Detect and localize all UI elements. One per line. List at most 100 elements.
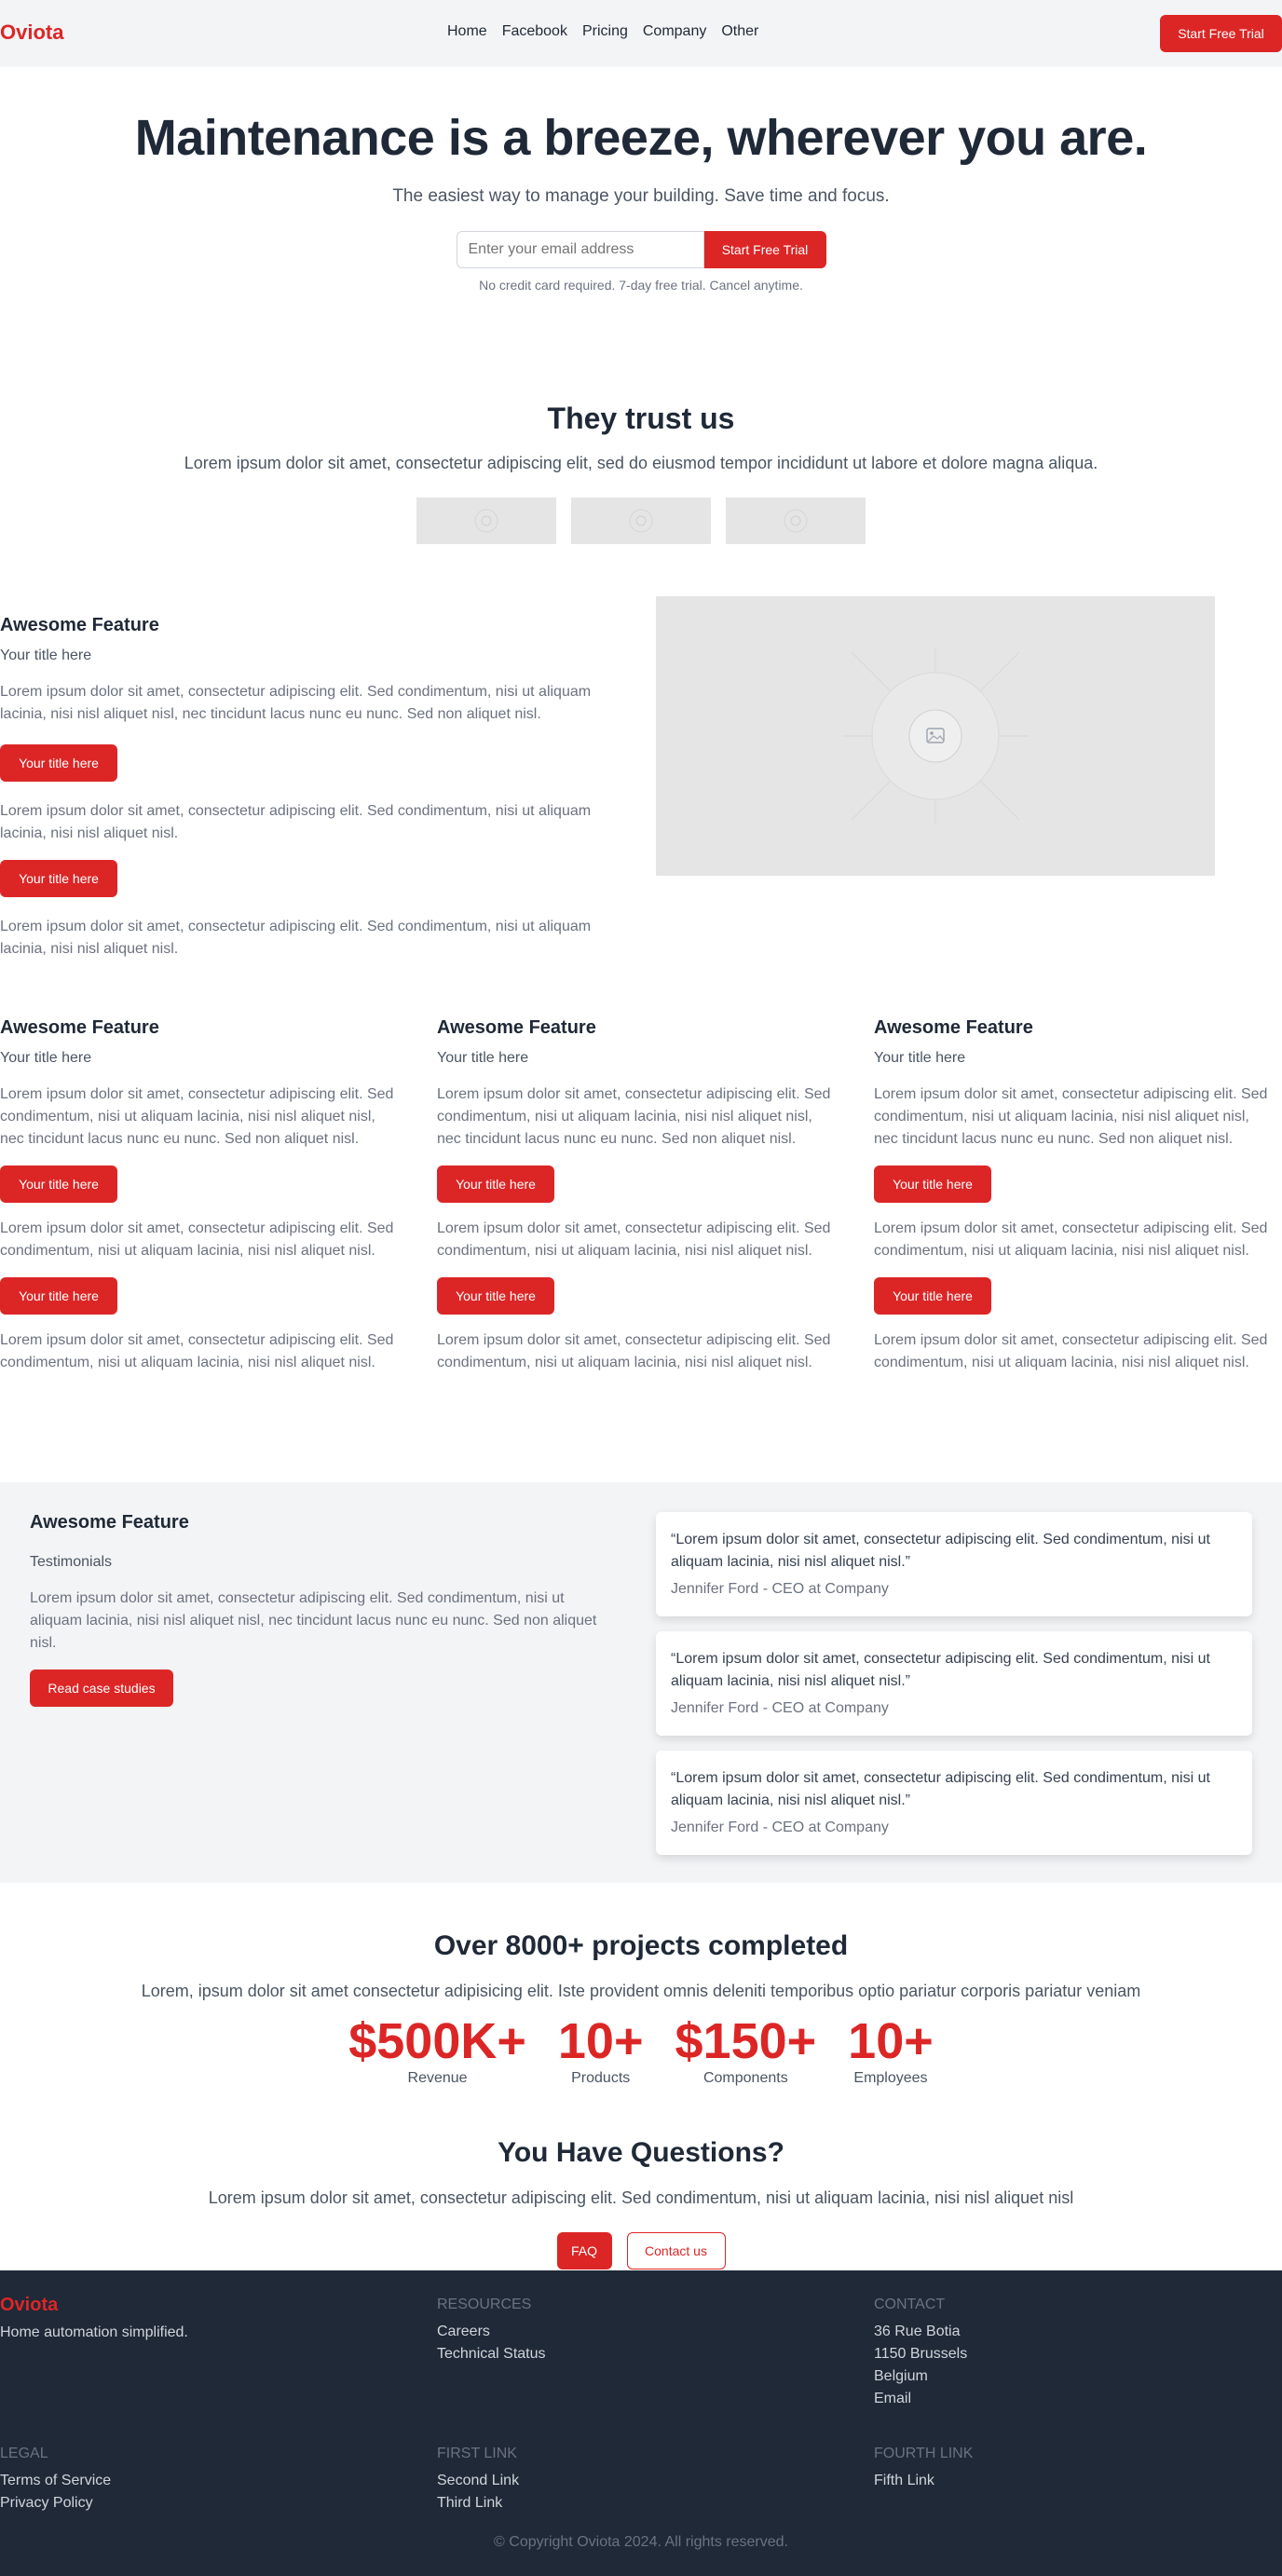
feature-column: Awesome Feature Your title here Lorem ip… — [874, 1017, 1277, 1374]
site-header: Oviota Home Facebook Pricing Company Oth… — [0, 0, 1282, 67]
testimonial-author: Jennifer Ford - CEO at Company — [671, 1700, 889, 1716]
testimonial-card: “Lorem ipsum dolor sit amet, consectetur… — [656, 1631, 1252, 1736]
testimonial-quote: “Lorem ipsum dolor sit amet, consectetur… — [671, 1770, 1210, 1808]
footer-link-third[interactable]: Third Link — [437, 2492, 838, 2515]
image-placeholder-icon — [629, 509, 653, 533]
testimonial-card: “Lorem ipsum dolor sit amet, consectetur… — [656, 1751, 1252, 1855]
feature-column: Awesome Feature Your title here Lorem ip… — [0, 1017, 403, 1374]
email-input[interactable] — [456, 231, 704, 268]
partner-logo-placeholder — [416, 497, 556, 544]
site-footer: Oviota Home automation simplified. RESOU… — [0, 2270, 1282, 2576]
feature-paragraph: Lorem ipsum dolor sit amet, consectetur … — [874, 1332, 1268, 1370]
testimonials-intro: Awesome Feature Testimonials Lorem ipsum… — [30, 1512, 607, 1707]
footer-fourth-link: FOURTH LINK Fifth Link — [874, 2446, 1275, 2492]
testimonial-card: “Lorem ipsum dolor sit amet, consectetur… — [656, 1512, 1252, 1616]
copyright: © Copyright Oviota 2024. All rights rese… — [494, 2534, 788, 2550]
nav-pricing[interactable]: Pricing — [582, 23, 628, 40]
logo[interactable]: Oviota — [0, 20, 63, 45]
feature-main-section: Awesome Feature Your title here Lorem ip… — [0, 570, 1282, 971]
footer-heading: LEGAL — [0, 2446, 48, 2461]
footer-logo[interactable]: Oviota — [0, 2295, 401, 2316]
footer-heading: FOURTH LINK — [874, 2446, 974, 2461]
nav-home[interactable]: Home — [447, 23, 487, 40]
feature-button[interactable]: Your title here — [0, 860, 117, 897]
footer-resources: RESOURCES Careers Technical Status — [437, 2297, 838, 2365]
feature-paragraph: Lorem ipsum dolor sit amet, consectetur … — [0, 1086, 394, 1147]
nav-other[interactable]: Other — [721, 23, 758, 40]
partner-logos — [0, 497, 1282, 544]
stat-item: 10+ Products — [558, 2014, 644, 2087]
faq-button[interactable]: FAQ — [556, 2232, 612, 2269]
stat-label: Employees — [853, 2070, 928, 2086]
partner-logo-placeholder — [726, 497, 866, 544]
footer-link-privacy[interactable]: Privacy Policy — [0, 2492, 401, 2515]
feature-paragraph: Lorem ipsum dolor sit amet, consectetur … — [0, 803, 592, 841]
testimonials-subtitle: Testimonials — [30, 1554, 113, 1570]
partner-logo-placeholder — [571, 497, 711, 544]
nav-company[interactable]: Company — [643, 23, 706, 40]
footer-link-email[interactable]: Email — [874, 2388, 1275, 2410]
testimonials-section: Awesome Feature Testimonials Lorem ipsum… — [0, 1482, 1282, 1883]
image-placeholder-graphic — [842, 647, 1029, 825]
feature-button[interactable]: Your title here — [0, 744, 117, 782]
questions-text: Lorem ipsum dolor sit amet, consectetur … — [208, 2188, 1074, 2207]
feature-button[interactable]: Your title here — [874, 1165, 991, 1203]
footer-heading: RESOURCES — [437, 2297, 532, 2312]
feature-paragraph: Lorem ipsum dolor sit amet, consectetur … — [0, 1332, 394, 1370]
footer-link-careers[interactable]: Careers — [437, 2321, 838, 2343]
feature-paragraph: Lorem ipsum dolor sit amet, consectetur … — [874, 1220, 1268, 1259]
stats-row: $500K+ Revenue 10+ Products $150+ Compon… — [0, 2014, 1282, 2087]
image-placeholder-icon — [474, 509, 498, 533]
questions-buttons: FAQ Contact us — [0, 2232, 1282, 2269]
hero-subtitle: The easiest way to manage your building.… — [392, 186, 890, 206]
footer-address-line: 36 Rue Botia — [874, 2324, 961, 2339]
testimonial-quote: “Lorem ipsum dolor sit amet, consectetur… — [671, 1651, 1210, 1689]
stat-item: 10+ Employees — [848, 2014, 934, 2087]
stat-item: $500K+ Revenue — [348, 2014, 526, 2087]
feature-subtitle: Your title here — [874, 1050, 966, 1066]
feature-title: Awesome Feature — [874, 1017, 1033, 1038]
testimonials-title: Awesome Feature — [30, 1512, 189, 1533]
feature-main-text: Awesome Feature Your title here Lorem ip… — [0, 615, 596, 961]
feature-image-placeholder — [656, 596, 1215, 876]
footer-link-technical-status[interactable]: Technical Status — [437, 2343, 838, 2365]
stat-item: $150+ Components — [675, 2014, 817, 2087]
stats-text: Lorem, ipsum dolor sit amet consectetur … — [141, 1982, 1141, 2000]
hero-start-trial-button[interactable]: Start Free Trial — [703, 231, 826, 268]
stat-label: Products — [571, 2070, 631, 2086]
footer-heading: CONTACT — [874, 2297, 946, 2312]
feature-button[interactable]: Your title here — [874, 1277, 991, 1315]
stat-value: $500K+ — [348, 2013, 526, 2069]
image-placeholder-icon — [784, 509, 808, 533]
feature-button[interactable]: Your title here — [437, 1277, 554, 1315]
footer-address-line: 1150 Brussels — [874, 2346, 968, 2362]
feature-button[interactable]: Your title here — [0, 1165, 117, 1203]
feature-title: Awesome Feature — [0, 615, 159, 635]
footer-heading: FIRST LINK — [437, 2446, 517, 2461]
stat-value: $150+ — [675, 2013, 817, 2069]
footer-link-terms[interactable]: Terms of Service — [0, 2470, 401, 2492]
questions-section: You Have Questions? Lorem ipsum dolor si… — [0, 2118, 1282, 2270]
feature-subtitle: Your title here — [0, 647, 92, 663]
feature-subtitle: Your title here — [437, 1050, 529, 1066]
hero-section: Maintenance is a breeze, wherever you ar… — [0, 67, 1282, 361]
hero-note: No credit card required. 7-day free tria… — [479, 278, 803, 293]
feature-column: Awesome Feature Your title here Lorem ip… — [437, 1017, 840, 1374]
feature-subtitle: Your title here — [0, 1050, 92, 1066]
trust-text: Lorem ipsum dolor sit amet, consectetur … — [184, 454, 1098, 472]
footer-address-line: Belgium — [874, 2368, 928, 2384]
contact-us-button[interactable]: Contact us — [626, 2232, 726, 2269]
footer-link-fifth[interactable]: Fifth Link — [874, 2470, 1275, 2492]
header-start-trial-button[interactable]: Start Free Trial — [1160, 15, 1282, 52]
stat-label: Components — [702, 2070, 788, 2086]
nav-facebook[interactable]: Facebook — [502, 23, 567, 40]
feature-button[interactable]: Your title here — [0, 1277, 117, 1315]
feature-button[interactable]: Your title here — [437, 1165, 554, 1203]
footer-link-second[interactable]: Second Link — [437, 2470, 838, 2492]
footer-contact: CONTACT 36 Rue Botia 1150 Brussels Belgi… — [874, 2297, 1275, 2410]
read-case-studies-button[interactable]: Read case studies — [30, 1670, 173, 1707]
hero-title: Maintenance is a breeze, wherever you ar… — [134, 110, 1148, 166]
feature-paragraph: Lorem ipsum dolor sit amet, consectetur … — [437, 1332, 831, 1370]
signup-form: Start Free Trial — [0, 231, 1282, 268]
main-nav: Home Facebook Pricing Company Other — [447, 23, 758, 40]
